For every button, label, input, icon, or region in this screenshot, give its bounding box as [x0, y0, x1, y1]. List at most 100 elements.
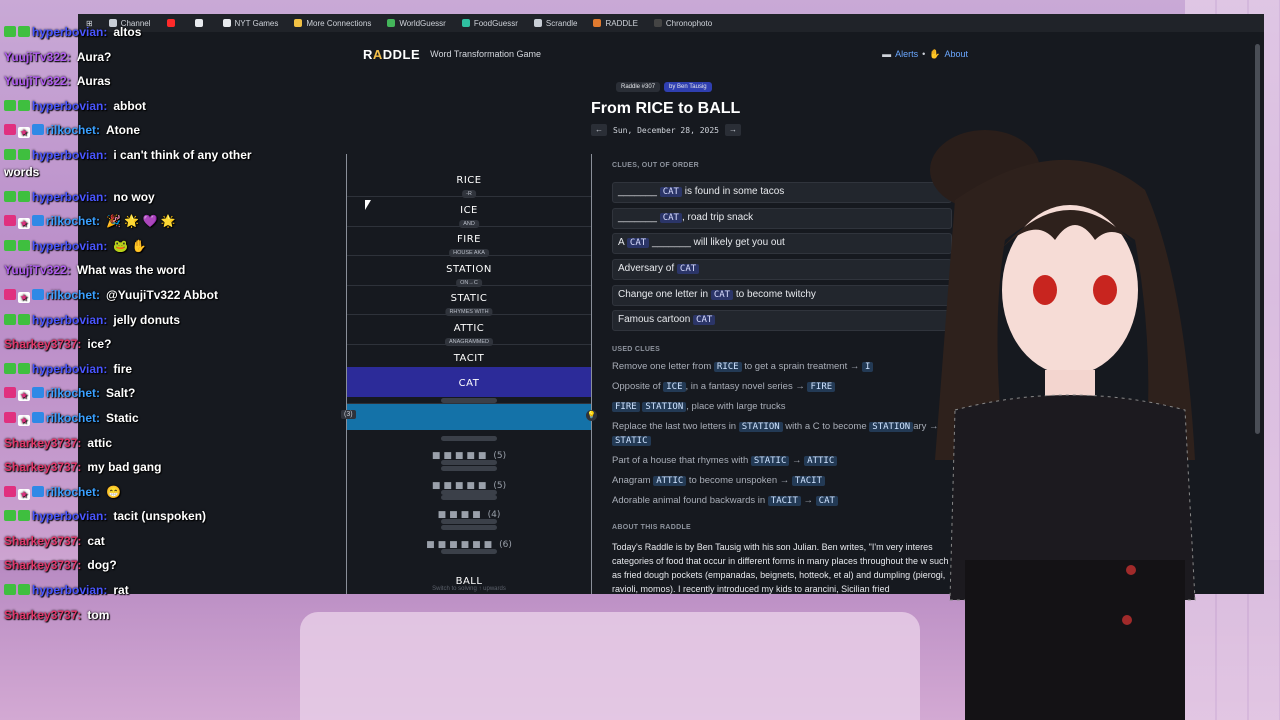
sub-badge-icon [32, 215, 44, 227]
raddle-logo[interactable]: RADDLE [363, 47, 420, 62]
chat-username[interactable]: Sharkey3737: [4, 436, 81, 450]
chat-username[interactable]: rilkochet: [46, 386, 100, 400]
chat-username[interactable]: Sharkey3737: [4, 558, 81, 572]
chat-username[interactable]: hyperbovian: [32, 239, 107, 253]
chat-text: 😁 [106, 484, 121, 499]
bookmark-raddle[interactable]: RADDLE [593, 18, 638, 28]
ladder-rung-tacit[interactable]: TACIT [347, 344, 591, 364]
chat-username[interactable]: rilkochet: [46, 214, 100, 228]
ladder-word: TACIT [453, 352, 485, 364]
ladder-rung-ice[interactable]: ICE [347, 196, 591, 216]
used-clue-text: with a C to become [782, 421, 870, 432]
previous-day-button[interactable]: ← [591, 124, 607, 136]
chat-username[interactable]: rilkochet: [46, 123, 100, 137]
switch-direction-link[interactable]: Switch to solving ↑ upwards [347, 586, 591, 592]
sub-badge-icon [32, 411, 44, 423]
chat-message: Sharkey3737: my bad gang [4, 459, 264, 476]
food-icon [461, 19, 470, 27]
chat-username[interactable]: rilkochet: [46, 288, 100, 302]
used-clue-word: ATTIC [653, 476, 687, 486]
ladder-rung-station[interactable]: STATION [347, 255, 591, 275]
clue-keyword: CAT [659, 187, 682, 197]
chat-text: dog? [87, 558, 117, 573]
chat-message: hyperbovian: fire [4, 361, 264, 378]
clue-text: _______ [618, 186, 660, 197]
ladder-rung-cat[interactable]: CAT [347, 367, 591, 398]
chat-username[interactable]: hyperbovian: [32, 362, 107, 376]
vtuber-avatar [930, 130, 1196, 720]
used-clue-word: STATIC [612, 436, 651, 446]
ladder-rung-attic[interactable]: ATTIC [347, 314, 591, 334]
sub-badge-icon [32, 387, 44, 399]
chat-username[interactable]: Sharkey3737: [4, 608, 81, 622]
clue-text: Change one letter in [618, 288, 711, 300]
clue-keyword: CAT [693, 315, 716, 326]
date-navigation: ← Sun, December 28, 2025 → [591, 124, 741, 136]
bookmark-foodguessr[interactable]: FoodGuessr [461, 18, 518, 28]
alerts-link[interactable]: Alerts [895, 49, 918, 60]
next-day-button[interactable]: → [724, 124, 741, 136]
hint-bulb-icon[interactable]: 💡 [586, 410, 597, 421]
logo-text-r: R [363, 46, 373, 62]
used-clue-word: RICE [713, 362, 742, 372]
chat-username[interactable]: Sharkey3737: [4, 460, 81, 474]
clue-text: A [618, 237, 627, 249]
chat-text: What was the word [76, 263, 186, 278]
slot-bar [441, 460, 497, 465]
bookmark-label: RADDLE [605, 18, 638, 28]
logo-text-a: A [372, 46, 383, 62]
bookmark-scrandle[interactable]: Scrandle [533, 19, 577, 28]
page-scrollbar[interactable] [1255, 44, 1260, 434]
ladder-word: STATION [446, 263, 492, 275]
bookmark-worldguessr[interactable]: WorldGuessr [387, 19, 446, 28]
verified-badge-icon [18, 362, 30, 374]
chat-text: tom [87, 607, 110, 622]
about-heading: ABOUT THIS RADDLE [612, 524, 691, 531]
chat-username[interactable]: YuujiTv322: [4, 263, 71, 277]
avatar-left-eye [1033, 275, 1057, 305]
verified-badge-icon [18, 584, 30, 596]
chat-username[interactable]: YuujiTv322: [4, 74, 71, 88]
alerts-icon: ▬ [882, 48, 892, 59]
bookmark-chronophoto[interactable]: Chronophoto [653, 19, 712, 28]
chat-username[interactable]: hyperbovian: [32, 190, 107, 204]
puzzle-date: Sun, December 28, 2025 [613, 125, 719, 135]
used-clue-word: STATIC [750, 456, 790, 466]
word-ladder: RICE -R ICE AND FIRE HOUSE AKA STATION ON→C STAT… [341, 154, 597, 594]
chat-overlay: hyperbovian: altos YuujiTv322: Aura? YuujiTv… [4, 24, 264, 631]
ladder-rung-rice[interactable]: RICE [347, 166, 591, 186]
chat-message: hyperbovian: tacit (unspoken) [4, 508, 264, 525]
chat-username[interactable]: YuujiTv322: [4, 50, 71, 64]
chat-username[interactable]: hyperbovian: [32, 509, 107, 523]
verified-badge-icon [4, 510, 16, 522]
bookmark-more-connections[interactable]: More Connections [294, 19, 371, 28]
star-badge-icon: ★ [18, 291, 30, 303]
chat-message: hyperbovian: 🐸 ✋ [4, 238, 264, 255]
chat-text: Static [106, 410, 139, 425]
verified-badge-icon [18, 239, 30, 251]
ladder-rung-fire[interactable]: FIRE [347, 225, 591, 245]
chat-username[interactable]: hyperbovian: [32, 99, 107, 113]
active-input-rung[interactable] [347, 404, 591, 430]
verified-badge-icon [4, 584, 16, 596]
chat-username[interactable]: rilkochet: [46, 485, 100, 499]
chat-username[interactable]: hyperbovian: [32, 313, 107, 327]
bookmark-label: FoodGuessr [473, 18, 518, 28]
globe-icon [387, 19, 396, 27]
chat-message: ★ rilkochet: Salt? [4, 385, 264, 402]
verified-badge-icon [4, 26, 16, 37]
chat-username[interactable]: hyperbovian: [32, 583, 107, 597]
chat-username[interactable]: hyperbovian: [32, 148, 107, 162]
about-link[interactable]: About [944, 49, 968, 60]
ladder-rung-static[interactable]: STATIC [347, 284, 591, 304]
puzzle-author-badge[interactable]: by Ben Tausig [664, 82, 712, 92]
chat-username[interactable]: Sharkey3737: [4, 337, 81, 351]
used-clue-text: → [789, 455, 805, 466]
chat-username[interactable]: hyperbovian: [32, 25, 107, 39]
clue-text: _______ [618, 211, 660, 223]
chat-username[interactable]: rilkochet: [46, 411, 100, 425]
avatar-right-eye [1093, 275, 1117, 305]
chat-message: hyperbovian: altos [4, 24, 264, 41]
verified-badge-icon [18, 26, 30, 37]
chat-username[interactable]: Sharkey3737: [4, 534, 81, 548]
